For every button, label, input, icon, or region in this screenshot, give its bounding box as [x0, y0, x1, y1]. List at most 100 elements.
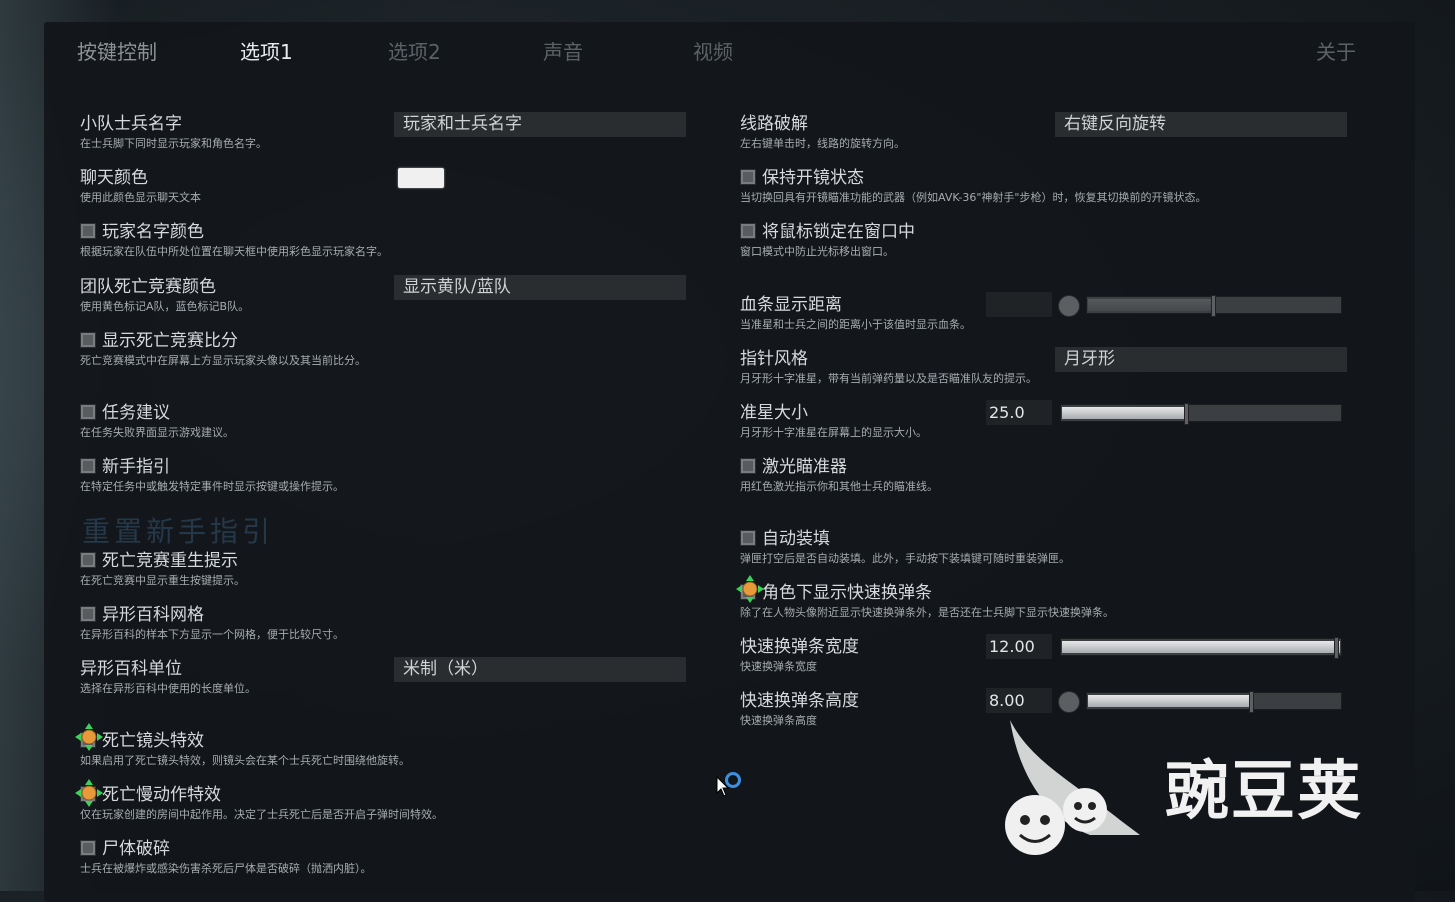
checkbox[interactable] [80, 552, 96, 568]
setting-label: 死亡镜头特效 [102, 731, 204, 751]
slider-thumb[interactable] [1334, 637, 1339, 659]
setting-label: 小队士兵名字 [80, 114, 182, 134]
checkbox[interactable] [740, 223, 756, 239]
setting-desc: 使用此颜色显示聊天文本 [80, 191, 201, 204]
setting-label: 团队死亡竞赛颜色 [80, 277, 216, 297]
setting-desc: 仅在玩家创建的房间中起作用。决定了士兵死亡后是否开启子弹时间特效。 [80, 808, 443, 821]
setting-desc: 左右键单击时，线路的旋转方向。 [740, 137, 905, 150]
chat-color-swatch[interactable] [398, 168, 444, 188]
tab-options2[interactable]: 选项2 [388, 36, 441, 65]
dm-respawn-setting: 死亡竞赛重生提示 在死亡竞赛中显示重生按键提示。 [80, 551, 245, 588]
slider-thumb[interactable] [1211, 295, 1216, 317]
setting-desc: 月牙形十字准星，带有当前弹药量以及是否瞄准队友的提示。 [740, 372, 1037, 385]
setting-desc: 死亡竞赛模式中在屏幕上方显示玩家头像以及其当前比分。 [80, 354, 366, 367]
checkbox[interactable] [80, 223, 96, 239]
crosshair-size-value[interactable]: 25.0 [986, 400, 1052, 425]
setting-desc: 如果启用了死亡镜头特效，则镜头会在某个士兵死亡时围绕他旋转。 [80, 754, 410, 767]
gibs-setting: 尸体破碎 士兵在被爆炸或感染伤害杀死后尸体是否破碎（抛洒内脏）。 [80, 839, 372, 876]
tab-video[interactable]: 视频 [693, 36, 733, 65]
hp-distance-knob[interactable] [1058, 295, 1080, 317]
setting-desc: 窗口模式中防止光标移出窗口。 [740, 245, 894, 258]
lock-mouse-setting: 将鼠标锁定在窗口中 窗口模式中防止光标移出窗口。 [740, 222, 915, 259]
setting-desc: 弹匣打空后是否自动装填。此外，手动按下装填键可随时重装弹匣。 [740, 552, 1070, 565]
setting-label: 新手指引 [102, 457, 170, 477]
setting-desc: 使用黄色标记A队，蓝色标记B队。 [80, 300, 250, 313]
setting-label: 指针风格 [740, 349, 808, 369]
hp-distance-setting: 血条显示距离 当准星和士兵之间的距离小于该值时显示血条。 [740, 295, 971, 332]
setting-label: 异形百科单位 [80, 659, 182, 679]
setting-label: 激光瞄准器 [762, 457, 847, 477]
quick-mag-width-value[interactable]: 12.00 [986, 634, 1052, 659]
setting-desc: 当准星和士兵之间的距离小于该值时显示血条。 [740, 318, 971, 331]
setting-desc: 用红色激光指示你和其他士兵的瞄准线。 [740, 480, 938, 493]
chat-color-setting: 聊天颜色 使用此颜色显示聊天文本 [80, 168, 201, 205]
setting-label: 血条显示距离 [740, 295, 842, 315]
auto-reload-setting: 自动装填 弹匣打空后是否自动装填。此外，手动按下装填键可随时重装弹匣。 [740, 529, 1070, 566]
xeno-unit-dropdown[interactable]: 米制（米） [394, 657, 686, 682]
checkbox[interactable] [740, 169, 756, 185]
tab-keybinds[interactable]: 按键控制 [77, 36, 157, 65]
watermark-text: 豌豆荚 [1165, 755, 1363, 829]
squad-name-setting: 小队士兵名字 在士兵脚下同时显示玩家和角色名字。 [80, 114, 267, 151]
setting-desc: 在士兵脚下同时显示玩家和角色名字。 [80, 137, 267, 150]
show-dm-score-setting: 显示死亡竞赛比分 死亡竞赛模式中在屏幕上方显示玩家头像以及其当前比分。 [80, 331, 366, 368]
setting-label: 聊天颜色 [80, 168, 148, 188]
cursor-style-setting: 指针风格 月牙形十字准星，带有当前弹药量以及是否瞄准队友的提示。 [740, 349, 1037, 386]
setting-label: 保持开镜状态 [762, 168, 864, 188]
crosshair-size-slider[interactable] [1060, 403, 1342, 425]
setting-label: 尸体破碎 [102, 839, 170, 859]
setting-label: 死亡慢动作特效 [102, 785, 221, 805]
loading-spinner-icon [725, 772, 741, 788]
slider-thumb[interactable] [1184, 403, 1189, 425]
checkbox[interactable] [80, 840, 96, 856]
setting-desc: 在死亡竞赛中显示重生按键提示。 [80, 574, 245, 587]
setting-label: 玩家名字颜色 [102, 222, 204, 242]
tdm-color-dropdown[interactable]: 显示黄队/蓝队 [394, 275, 686, 300]
hack-setting: 线路破解 左右键单击时，线路的旋转方向。 [740, 114, 905, 151]
player-name-color-setting: 玩家名字颜色 根据玩家在队伍中所处位置在聊天框中使用彩色显示玩家名字。 [80, 222, 388, 259]
setting-desc: 在任务失败界面显示游戏建议。 [80, 426, 234, 439]
setting-desc: 根据玩家在队伍中所处位置在聊天框中使用彩色显示玩家名字。 [80, 245, 388, 258]
setting-desc: 快速换弹条宽度 [740, 660, 817, 673]
death-slowmo-setting: 死亡慢动作特效 仅在玩家创建的房间中起作用。决定了士兵死亡后是否开启子弹时间特效… [80, 785, 443, 822]
checkbox[interactable] [80, 458, 96, 474]
slider-fill [1088, 299, 1214, 311]
setting-desc: 月牙形十字准星在屏幕上的显示大小。 [740, 426, 927, 439]
quick-mag-width-setting: 快速换弹条宽度 快速换弹条宽度 [740, 637, 859, 674]
checkbox[interactable] [80, 332, 96, 348]
setting-label: 角色下显示快速换弹条 [762, 583, 932, 603]
keep-scope-setting: 保持开镜状态 当切换回具有开镜瞄准功能的武器（例如AVK-36"神射手"步枪）时… [740, 168, 1207, 205]
tdm-color-setting: 团队死亡竞赛颜色 使用黄色标记A队，蓝色标记B队。 [80, 277, 249, 314]
setting-label: 准星大小 [740, 403, 808, 423]
setting-desc: 士兵在被爆炸或感染伤害杀死后尸体是否破碎（抛洒内脏）。 [80, 862, 372, 875]
setting-label: 死亡竞赛重生提示 [102, 551, 238, 571]
reset-tutorial-button[interactable]: 重置新手指引 [82, 510, 274, 550]
setting-desc: 在异形百科的样本下方显示一个网格，便于比较尺寸。 [80, 628, 344, 641]
setting-label: 快速换弹条高度 [740, 691, 859, 711]
tab-sound[interactable]: 声音 [543, 36, 583, 65]
setting-desc: 快速换弹条高度 [740, 714, 817, 727]
crosshair-size-setting: 准星大小 月牙形十字准星在屏幕上的显示大小。 [740, 403, 927, 440]
hp-distance-value[interactable] [986, 292, 1052, 317]
highlight-marker-icon [736, 575, 764, 603]
xeno-unit-setting: 异形百科单位 选择在异形百科中使用的长度单位。 [80, 659, 256, 696]
setting-label: 自动装填 [762, 529, 830, 549]
xeno-grid-setting: 异形百科网格 在异形百科的样本下方显示一个网格，便于比较尺寸。 [80, 605, 344, 642]
hack-dropdown[interactable]: 右键反向旋转 [1055, 112, 1347, 137]
setting-label: 任务建议 [102, 403, 170, 423]
tab-options1[interactable]: 选项1 [240, 36, 293, 65]
checkbox[interactable] [740, 530, 756, 546]
tab-about[interactable]: 关于 [1316, 36, 1356, 65]
checkbox[interactable] [740, 458, 756, 474]
cursor-style-dropdown[interactable]: 月牙形 [1055, 347, 1347, 372]
quick-mag-width-slider[interactable] [1060, 637, 1342, 659]
squad-name-dropdown[interactable]: 玩家和士兵名字 [394, 112, 686, 137]
slider-fill [1062, 407, 1187, 419]
slider-fill [1062, 641, 1340, 653]
setting-label: 显示死亡竞赛比分 [102, 331, 238, 351]
checkbox[interactable] [80, 404, 96, 420]
checkbox[interactable] [80, 606, 96, 622]
setting-desc: 除了在人物头像附近显示快速换弹条外，是否还在士兵脚下显示快速换弹条。 [740, 606, 1114, 619]
hp-distance-slider[interactable] [1086, 295, 1342, 317]
tutorial-setting: 新手指引 在特定任务中或触发特定事件时显示按键或操作提示。 [80, 457, 344, 494]
